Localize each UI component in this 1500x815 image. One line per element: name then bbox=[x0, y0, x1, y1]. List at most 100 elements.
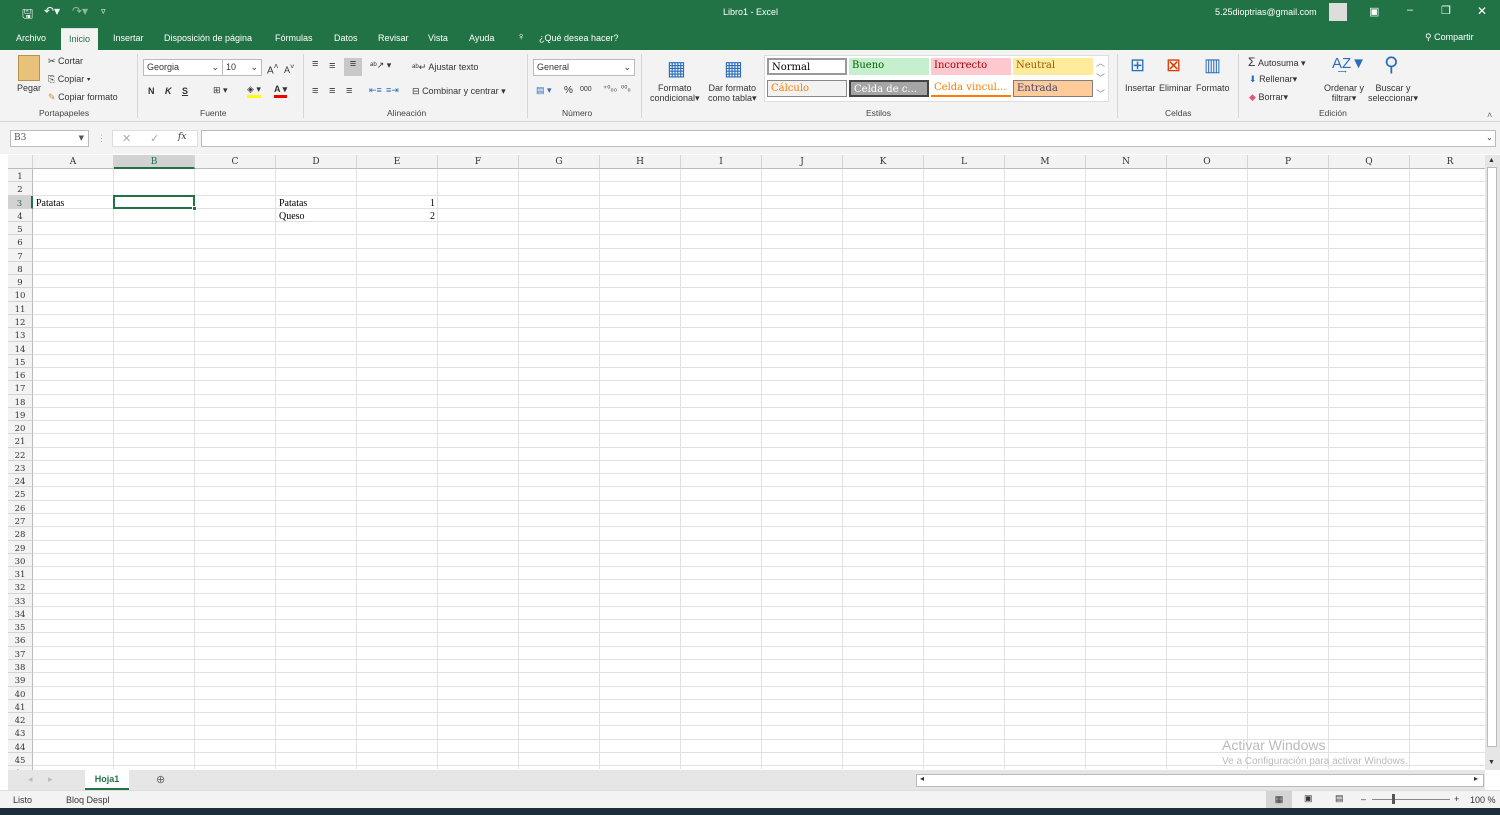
row-header-23[interactable]: 23 bbox=[8, 460, 33, 475]
column-header-K[interactable]: K bbox=[843, 155, 924, 169]
column-header-F[interactable]: F bbox=[438, 155, 519, 169]
column-header-O[interactable]: O bbox=[1167, 155, 1248, 169]
percent-button[interactable]: % bbox=[564, 85, 573, 96]
cancel-icon[interactable]: ✕ bbox=[122, 132, 131, 145]
row-header-31[interactable]: 31 bbox=[8, 567, 33, 581]
row-header-16[interactable]: 16 bbox=[8, 368, 33, 382]
collapse-ribbon-icon[interactable]: ˄ bbox=[1487, 110, 1492, 120]
tab-inicio[interactable]: Inicio bbox=[61, 28, 99, 50]
format-painter-button[interactable]: ✎ Copiar formato bbox=[48, 92, 118, 103]
find-select-button[interactable]: Buscar y seleccionar▾ bbox=[1368, 83, 1418, 104]
column-header-N[interactable]: N bbox=[1086, 155, 1167, 169]
row-header-32[interactable]: 32 bbox=[8, 580, 33, 594]
cell-style-normal[interactable]: Normal bbox=[767, 58, 847, 75]
formula-input[interactable] bbox=[201, 130, 1496, 147]
tab-archivo[interactable]: Archivo bbox=[16, 28, 46, 50]
prev-sheet-icon[interactable]: ◂ bbox=[28, 774, 33, 785]
horizontal-scrollbar[interactable] bbox=[916, 774, 1484, 787]
row-header-18[interactable]: 18 bbox=[8, 394, 33, 408]
row-header-20[interactable]: 20 bbox=[8, 421, 33, 435]
close-icon[interactable]: ✕ bbox=[1477, 4, 1487, 18]
align-center-icon[interactable]: ≡ bbox=[329, 85, 335, 97]
enter-icon[interactable]: ✓ bbox=[150, 132, 159, 145]
zoom-level[interactable]: 100 % bbox=[1470, 795, 1496, 805]
increase-decimal-icon[interactable]: ⁺⁰₀₀ bbox=[603, 84, 617, 93]
column-header-L[interactable]: L bbox=[924, 155, 1005, 169]
minimize-icon[interactable]: – bbox=[1407, 4, 1413, 16]
copy-button[interactable]: ⎘ Copiar ▾ bbox=[48, 74, 91, 85]
row-header-33[interactable]: 33 bbox=[8, 593, 33, 607]
normal-view-icon[interactable]: ▦ bbox=[1266, 791, 1292, 809]
format-cells-icon[interactable]: ▥ bbox=[1204, 55, 1221, 76]
gallery-scroll-down-icon[interactable]: ﹀ bbox=[1096, 71, 1105, 84]
paste-button[interactable]: Pegar bbox=[17, 83, 41, 93]
restore-icon[interactable]: ❐ bbox=[1441, 4, 1451, 17]
decrease-indent-icon[interactable]: ⇤≡ bbox=[369, 85, 382, 96]
fill-button[interactable]: ⬇ Rellenar▾ bbox=[1249, 74, 1297, 85]
tab-insertar[interactable]: Insertar bbox=[113, 28, 144, 50]
cell-D4[interactable]: Queso bbox=[279, 210, 354, 223]
zoom-out-icon[interactable]: – bbox=[1361, 794, 1366, 804]
cell-D3[interactable]: Patatas bbox=[279, 197, 354, 210]
row-header-11[interactable]: 11 bbox=[8, 301, 33, 315]
drag-handle[interactable]: ⋮ bbox=[97, 133, 106, 144]
wrap-text-button[interactable]: ᵃᵇ↵ Ajustar texto bbox=[412, 62, 478, 73]
row-header-13[interactable]: 13 bbox=[8, 328, 33, 342]
customize-qat-icon[interactable]: ▿ bbox=[101, 6, 106, 17]
gallery-scroll-up-icon[interactable]: ︿ bbox=[1096, 56, 1105, 69]
currency-icon[interactable]: ▤ ▾ bbox=[536, 85, 552, 96]
row-header-43[interactable]: 43 bbox=[8, 726, 33, 740]
paste-icon[interactable] bbox=[18, 55, 40, 81]
format-cells-button[interactable]: Formato bbox=[1196, 83, 1230, 93]
select-all-corner[interactable] bbox=[8, 155, 33, 169]
row-header-4[interactable]: 4 bbox=[8, 208, 33, 223]
tab-revisar[interactable]: Revisar bbox=[378, 28, 409, 50]
column-header-E[interactable]: E bbox=[357, 155, 438, 169]
align-right-icon[interactable]: ≡ bbox=[346, 85, 352, 97]
sheet-tab-hoja1[interactable]: Hoja1 bbox=[85, 770, 129, 790]
row-header-38[interactable]: 38 bbox=[8, 659, 33, 674]
expand-formula-icon[interactable]: ⌄ bbox=[1486, 133, 1493, 142]
undo-icon[interactable]: ↶▾ bbox=[44, 4, 60, 18]
sort-filter-button[interactable]: Ordenar y filtrar▾ bbox=[1324, 83, 1364, 104]
decrease-decimal-icon[interactable]: ⁰⁰₀ bbox=[621, 84, 631, 93]
row-header-14[interactable]: 14 bbox=[8, 341, 33, 355]
row-header-7[interactable]: 7 bbox=[8, 248, 33, 262]
delete-cells-icon[interactable]: ⊠ bbox=[1166, 55, 1181, 76]
font-size-select[interactable]: 10 ⌄ bbox=[222, 59, 262, 76]
thousands-button[interactable]: 000 bbox=[580, 86, 592, 93]
delete-cells-button[interactable]: Eliminar bbox=[1159, 83, 1192, 93]
zoom-in-icon[interactable]: + bbox=[1454, 794, 1459, 804]
cell-style-incorrecto[interactable]: Incorrecto bbox=[931, 58, 1011, 75]
cell-A3[interactable]: Patatas bbox=[36, 197, 111, 210]
column-header-A[interactable]: A bbox=[33, 155, 114, 169]
fill-handle[interactable] bbox=[192, 205, 197, 211]
align-middle-icon[interactable]: ≡ bbox=[329, 60, 335, 72]
scroll-thumb[interactable] bbox=[1487, 167, 1497, 747]
avatar[interactable] bbox=[1329, 3, 1347, 21]
active-cell-B3[interactable] bbox=[113, 194, 195, 209]
align-top-icon[interactable]: ≡ bbox=[312, 58, 318, 70]
tab-disposición-de-página[interactable]: Disposición de página bbox=[164, 28, 252, 50]
row-header-36[interactable]: 36 bbox=[8, 633, 33, 647]
font-color-icon[interactable]: A ▾ bbox=[274, 84, 288, 98]
zoom-slider-thumb[interactable] bbox=[1391, 794, 1395, 804]
decrease-font-icon[interactable]: A˅ bbox=[284, 62, 294, 75]
cell-E4[interactable]: 2 bbox=[360, 210, 435, 223]
column-header-J[interactable]: J bbox=[762, 155, 843, 169]
save-icon[interactable]: 🖫 bbox=[22, 5, 33, 27]
insert-function-button[interactable]: fx bbox=[178, 132, 186, 142]
row-header-28[interactable]: 28 bbox=[8, 527, 33, 541]
orientation-icon[interactable]: ᵃᵇ↗ ▾ bbox=[370, 60, 391, 71]
page-layout-icon[interactable]: ▣ bbox=[1304, 793, 1313, 804]
format-as-table-button[interactable]: Dar formato como tabla▾ bbox=[708, 83, 757, 104]
column-header-B[interactable]: B bbox=[114, 155, 195, 169]
column-header-M[interactable]: M bbox=[1005, 155, 1086, 169]
increase-font-icon[interactable]: A˄ bbox=[267, 61, 279, 76]
row-header-29[interactable]: 29 bbox=[8, 540, 33, 554]
row-header-2[interactable]: 2 bbox=[8, 182, 33, 196]
row-header-19[interactable]: 19 bbox=[8, 407, 33, 422]
next-sheet-icon[interactable]: ▸ bbox=[48, 774, 53, 785]
sort-filter-icon[interactable]: A͢Z▼ bbox=[1332, 55, 1366, 72]
column-header-D[interactable]: D bbox=[276, 155, 357, 169]
